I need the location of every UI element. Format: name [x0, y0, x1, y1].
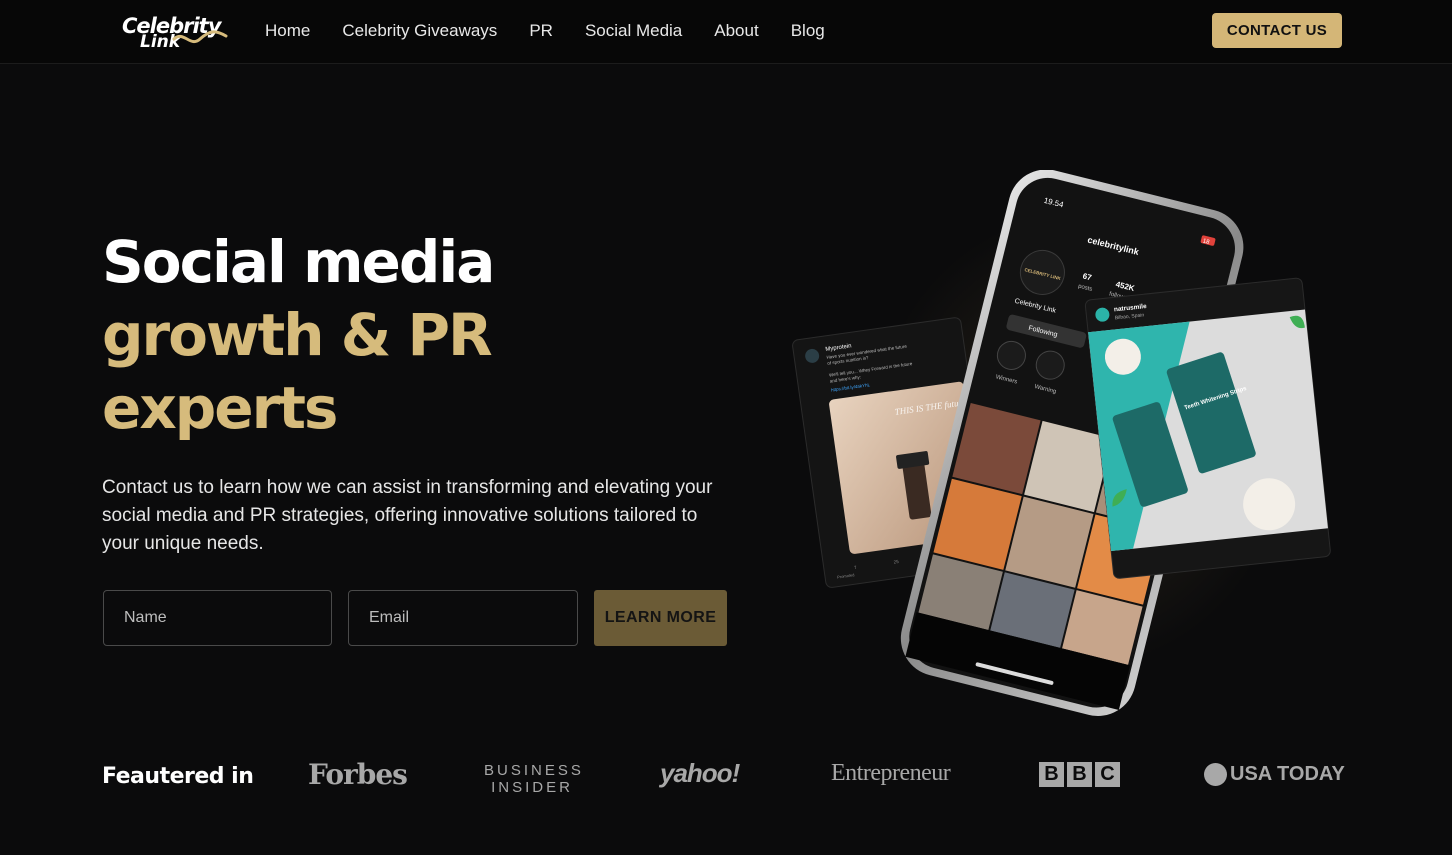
top-nav: Celebrity Link Home Celebrity Giveaways …	[0, 0, 1452, 64]
forbes-logo: Forbes	[308, 758, 408, 791]
entrepreneur-logo: Entrepreneur	[831, 760, 951, 786]
bi-line1: BUSINESS	[484, 762, 584, 779]
featured-in-label: Feautered in	[102, 764, 254, 789]
brand-logo[interactable]: Celebrity Link	[120, 12, 230, 52]
email-input[interactable]	[348, 590, 578, 646]
bbc-letter-b2: B	[1067, 762, 1092, 787]
hero-title: Social media growth & PR experts	[102, 226, 495, 445]
hero-title-line2: growth & PR	[102, 301, 493, 369]
logo-swoosh-icon	[172, 30, 228, 44]
post-card: natrusmile Bilbao, Spain Teeth Whitening…	[1084, 277, 1331, 579]
bi-line2: INSIDER	[491, 779, 573, 796]
nav-celebrity-giveaways[interactable]: Celebrity Giveaways	[342, 20, 497, 42]
usa-today-dot-icon	[1204, 763, 1227, 786]
nav-about[interactable]: About	[714, 20, 758, 42]
nav-blog[interactable]: Blog	[791, 20, 825, 42]
usa-today-logo: USA TODAY	[1204, 763, 1345, 786]
business-insider-logo: BUSINESS INSIDER	[484, 762, 584, 796]
contact-us-button[interactable]: CONTACT US	[1212, 13, 1342, 48]
name-input[interactable]	[103, 590, 332, 646]
nav-pr[interactable]: PR	[529, 20, 553, 42]
yahoo-logo: yahoo!	[660, 758, 740, 788]
usa-today-text: USA TODAY	[1230, 763, 1345, 785]
phone-mockup-svg: Myprotein Have you ever wondered what th…	[792, 170, 1331, 716]
hero-subtitle: Contact us to learn how we can assist in…	[102, 477, 713, 554]
bbc-letter-c: C	[1095, 762, 1120, 787]
nav-home[interactable]: Home	[265, 20, 310, 42]
learn-more-button[interactable]: LEARN MORE	[594, 590, 727, 646]
hero-title-line1: Social media	[102, 228, 495, 296]
bbc-logo: B B C	[1039, 762, 1120, 787]
nav-social-media[interactable]: Social Media	[585, 20, 682, 42]
hero-title-line3: experts	[102, 374, 338, 442]
hero-phone-illustration: Myprotein Have you ever wondered what th…	[780, 170, 1340, 730]
bbc-letter-b1: B	[1039, 762, 1064, 787]
nav-links: Home Celebrity Giveaways PR Social Media…	[265, 20, 857, 42]
